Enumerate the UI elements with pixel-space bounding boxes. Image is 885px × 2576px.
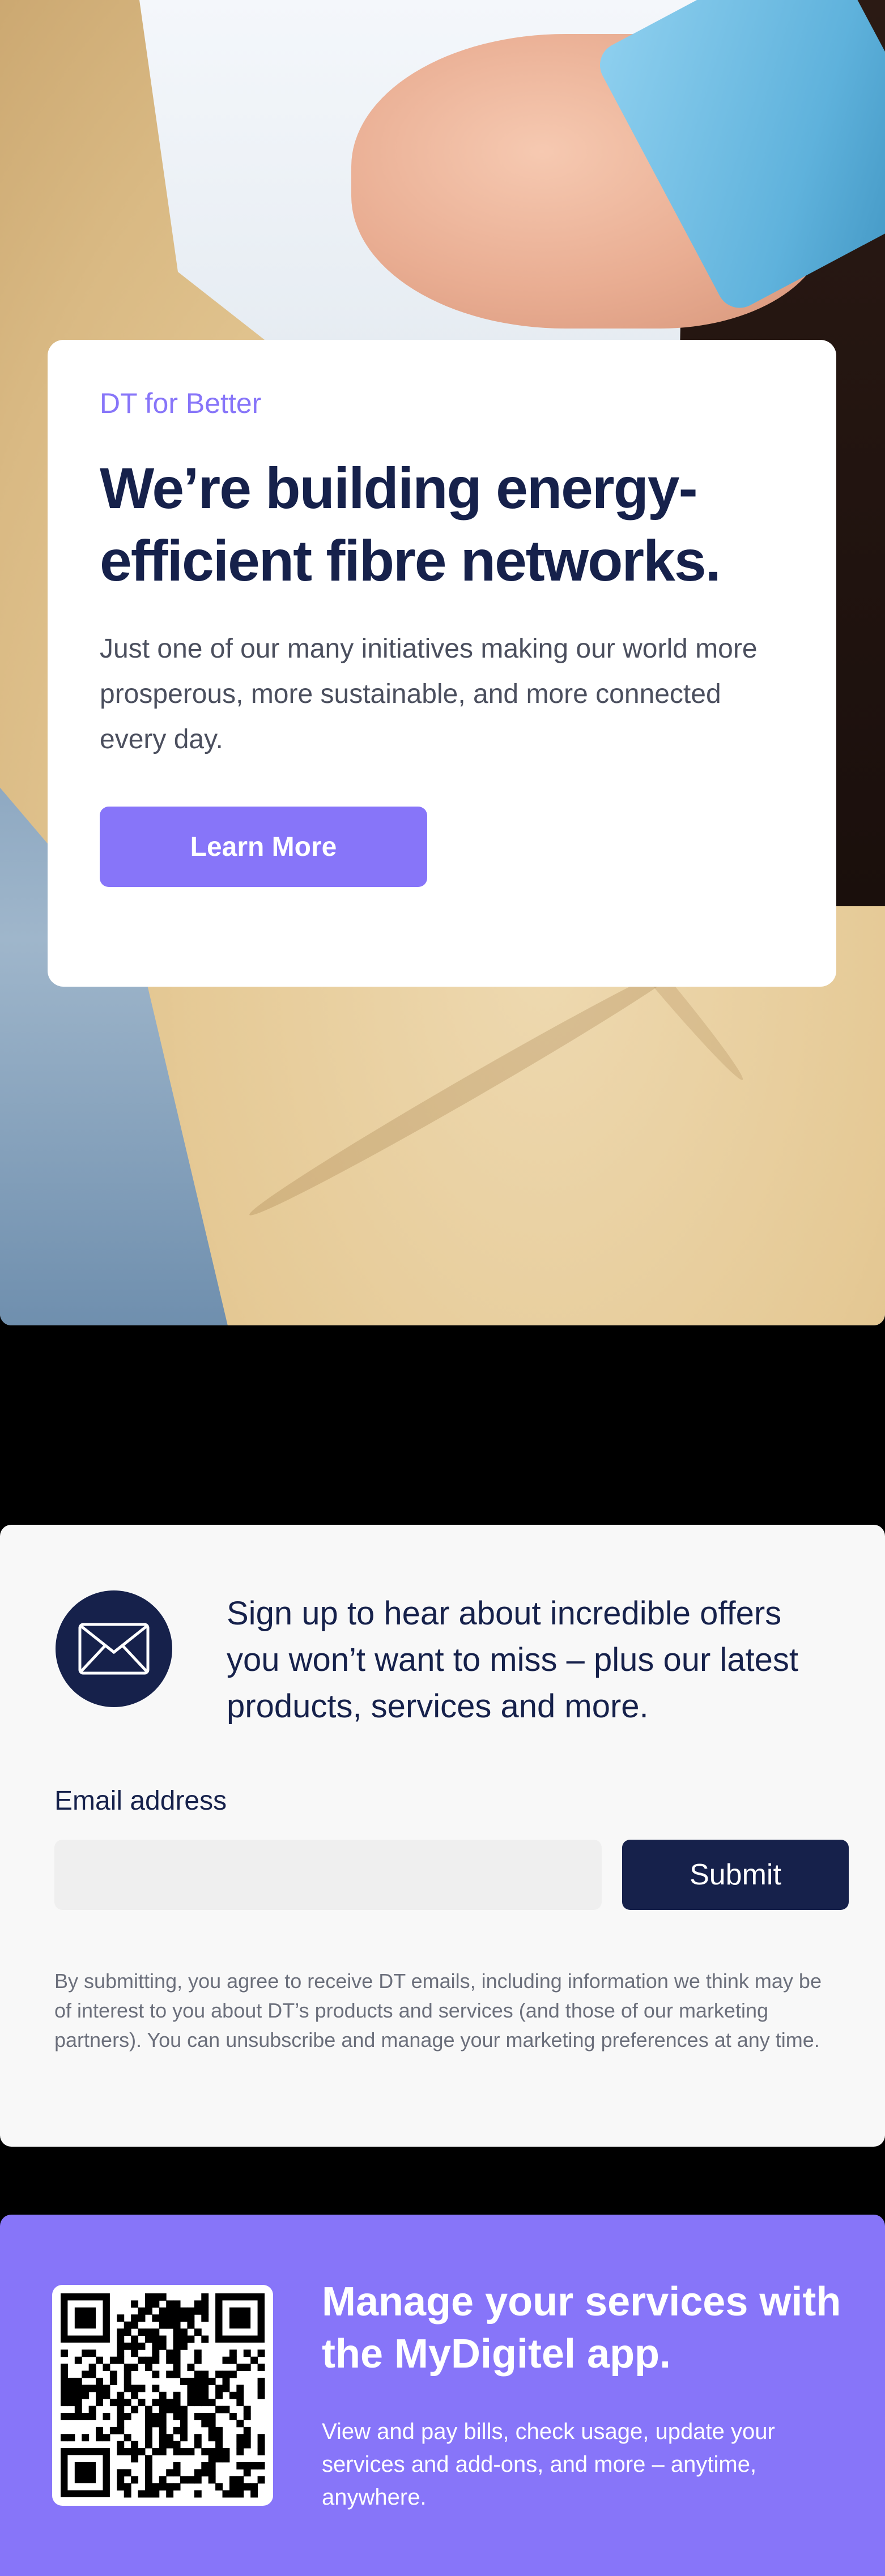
hero-lead: Just one of our many initiatives making … <box>100 634 758 754</box>
learn-more-button[interactable]: Learn More <box>100 807 427 887</box>
hero-banner: DT for Better We’re building energy-effi… <box>0 0 885 1325</box>
signup-message: Sign up to hear about incredible offers … <box>227 1595 799 1725</box>
app-promo: Manage your services with the MyDigitel … <box>0 2215 885 2576</box>
envelope-icon <box>56 1590 172 1707</box>
hero-headline: We’re building energy-efficient fibre ne… <box>100 456 721 593</box>
signup-disclaimer: By submitting, you agree to receive DT e… <box>54 1969 822 2052</box>
qr-code-icon <box>52 2285 273 2506</box>
newsletter-signup: Sign up to hear about incredible offers … <box>0 1525 885 2147</box>
submit-button[interactable]: Submit <box>622 1840 849 1910</box>
hero-card: DT for Better We’re building energy-effi… <box>48 340 836 987</box>
email-label: Email address <box>54 1786 227 1816</box>
app-promo-title: Manage your services with the MyDigitel … <box>322 2279 841 2377</box>
email-field[interactable] <box>54 1840 602 1910</box>
hero-eyebrow: DT for Better <box>100 387 262 419</box>
app-promo-description: View and pay bills, check usage, update … <box>322 2419 775 2510</box>
